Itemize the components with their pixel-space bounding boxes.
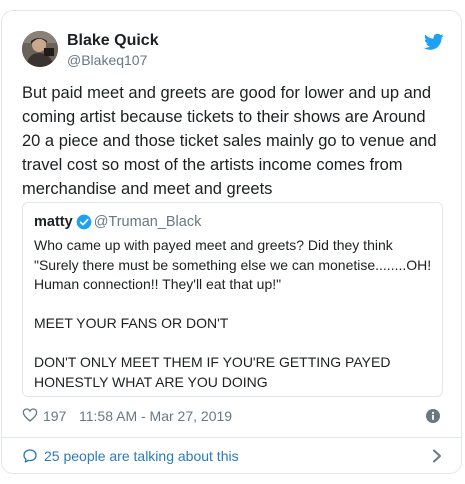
quoted-tweet-text: Who came up with payed meet and greets? …	[34, 237, 432, 390]
info-icon[interactable]	[426, 409, 440, 423]
tweet-timestamp[interactable]: 11:58 AM - Mar 27, 2019	[79, 407, 232, 425]
conversation-link[interactable]: 25 people are talking about this	[22, 445, 444, 467]
tweet-text: But paid meet and greets are good for lo…	[22, 84, 442, 198]
quoted-author-name[interactable]: matty	[34, 214, 73, 230]
tweet-meta: 197 11:58 AM - Mar 27, 2019	[22, 406, 444, 426]
divider	[2, 437, 461, 438]
verified-badge-icon	[76, 214, 92, 230]
tweet-header: Blake Quick @Blakeq107	[22, 31, 444, 71]
twitter-bird-icon[interactable]	[424, 33, 444, 51]
tweet-card: Blake Quick @Blakeq107 But paid meet and…	[1, 10, 462, 474]
speech-bubble-icon	[23, 449, 37, 463]
quoted-author-handle[interactable]: @Truman_Black	[94, 214, 202, 230]
talking-count-text[interactable]: 25 people are talking about this	[44, 447, 239, 465]
author-name[interactable]: Blake Quick	[67, 31, 159, 51]
author-handle[interactable]: @Blakeq107	[67, 51, 147, 69]
avatar[interactable]	[22, 31, 58, 67]
like-count[interactable]: 197	[43, 407, 66, 425]
chevron-right-icon[interactable]	[432, 449, 442, 463]
quoted-tweet[interactable]: matty @Truman_Black Who came up with pay…	[22, 202, 443, 397]
heart-icon[interactable]	[22, 407, 38, 423]
quoted-tweet-header: matty @Truman_Black	[34, 213, 201, 233]
